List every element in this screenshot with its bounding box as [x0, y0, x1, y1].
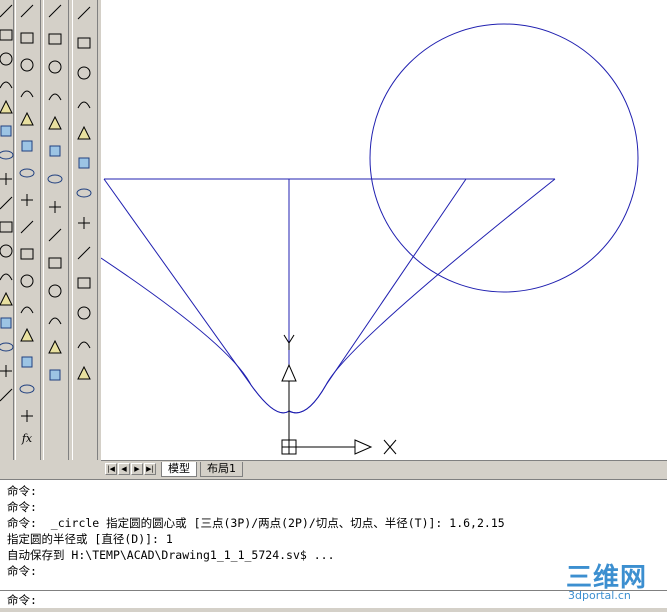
circle-icon[interactable]	[0, 146, 15, 164]
array-icon[interactable]	[18, 110, 36, 128]
stretch-icon[interactable]	[18, 218, 36, 236]
leader-icon[interactable]	[75, 244, 93, 262]
hatch-icon[interactable]	[0, 314, 15, 332]
extrude-icon[interactable]	[46, 170, 64, 188]
prompt-label: 命令:	[7, 593, 37, 607]
layout-tab-bar: |◀ ◀ ▶ ▶| 模型 布局1	[101, 460, 667, 478]
quick-dimension-icon[interactable]	[75, 154, 93, 172]
point-icon[interactable]	[0, 290, 15, 308]
offset-icon[interactable]	[18, 83, 36, 101]
dimension-toolbar	[72, 0, 98, 460]
circle-entity[interactable]	[369, 23, 639, 293]
table-icon[interactable]	[0, 362, 15, 380]
slice-icon[interactable]	[46, 310, 64, 328]
ucs-icon	[281, 334, 397, 455]
intersect-icon[interactable]	[46, 282, 64, 300]
dimension-edit-icon[interactable]	[75, 334, 93, 352]
extend-icon[interactable]	[18, 272, 36, 290]
scale-icon[interactable]	[18, 191, 36, 209]
status-bar	[0, 608, 667, 612]
spline-icon[interactable]	[0, 194, 15, 212]
history-line: 命令:	[7, 564, 37, 578]
formula-icon[interactable]: fx	[18, 432, 36, 450]
center-mark-icon[interactable]	[75, 304, 93, 322]
union-icon[interactable]	[46, 226, 64, 244]
revision-cloud-icon[interactable]	[0, 170, 15, 188]
baseline-icon[interactable]	[75, 184, 93, 202]
mirror-icon[interactable]	[18, 56, 36, 74]
last-tab-button[interactable]: ▶|	[144, 463, 156, 475]
copy-icon[interactable]	[18, 29, 36, 47]
rectangle-icon[interactable]	[0, 98, 15, 116]
rotate-icon[interactable]	[18, 164, 36, 182]
draw-toolbar	[0, 0, 14, 460]
polyline-icon[interactable]	[0, 50, 15, 68]
polygon-icon[interactable]	[0, 74, 15, 92]
torus-icon[interactable]	[46, 142, 64, 160]
dimension-diameter-icon[interactable]	[75, 94, 93, 112]
line-icon[interactable]	[0, 2, 15, 20]
drawing-canvas[interactable]	[100, 0, 667, 460]
continue-icon[interactable]	[75, 214, 93, 232]
dimension-style-icon[interactable]	[75, 364, 93, 382]
3d-rotate-icon[interactable]	[46, 338, 64, 356]
history-line: 指定圆的半径或 [直径(D)]: 1	[7, 532, 173, 546]
watermark-logo: 三维网 3dportal.cn	[566, 557, 662, 607]
history-line: 命令:	[7, 500, 37, 514]
cone-icon[interactable]	[46, 86, 64, 104]
insert-block-icon[interactable]	[0, 242, 15, 260]
chamfer-icon[interactable]	[18, 353, 36, 371]
break-icon[interactable]	[18, 299, 36, 317]
tab-layout1[interactable]: 布局1	[200, 462, 243, 477]
wedge-icon[interactable]	[46, 114, 64, 132]
subtract-icon[interactable]	[46, 254, 64, 272]
ellipse-icon[interactable]	[0, 218, 15, 236]
v-curve-outer[interactable]	[100, 178, 556, 414]
history-line: 命令: _circle 指定圆的圆心或 [三点(3P)/两点(2P)/切点、切点…	[7, 516, 505, 530]
sphere-icon[interactable]	[46, 30, 64, 48]
modify-toolbar: fx	[15, 0, 41, 460]
drawing-geometry	[100, 23, 639, 455]
move-icon[interactable]	[18, 137, 36, 155]
region-icon[interactable]	[0, 338, 15, 356]
history-line: 自动保存到 H:\TEMP\ACAD\Drawing1_1_1_5724.sv$…	[7, 548, 335, 562]
prev-tab-button[interactable]: ◀	[118, 463, 130, 475]
cylinder-icon[interactable]	[46, 58, 64, 76]
next-tab-button[interactable]: ▶	[131, 463, 143, 475]
command-input[interactable]	[44, 592, 444, 607]
dimension-radius-icon[interactable]	[75, 64, 93, 82]
arc-icon[interactable]	[0, 122, 15, 140]
dimension-angular-icon[interactable]	[75, 124, 93, 142]
tolerance-icon[interactable]	[75, 274, 93, 292]
dimension-linear-icon[interactable]	[75, 4, 93, 22]
solids-toolbar	[43, 0, 69, 460]
first-tab-button[interactable]: |◀	[105, 463, 117, 475]
explode-icon[interactable]	[18, 407, 36, 425]
construction-line-icon[interactable]	[0, 26, 15, 44]
dimension-aligned-icon[interactable]	[75, 34, 93, 52]
box-icon[interactable]	[46, 2, 64, 20]
3d-orbit-icon[interactable]	[46, 366, 64, 384]
trim-icon[interactable]	[18, 245, 36, 263]
erase-icon[interactable]	[18, 2, 36, 20]
tab-model[interactable]: 模型	[161, 462, 197, 477]
revolve-icon[interactable]	[46, 198, 64, 216]
make-block-icon[interactable]	[0, 266, 15, 284]
history-line: 命令:	[7, 484, 37, 498]
join-icon[interactable]	[18, 326, 36, 344]
fillet-icon[interactable]	[18, 380, 36, 398]
multiline-text-icon[interactable]	[0, 386, 15, 404]
watermark-sub: 3dportal.cn	[568, 589, 631, 602]
